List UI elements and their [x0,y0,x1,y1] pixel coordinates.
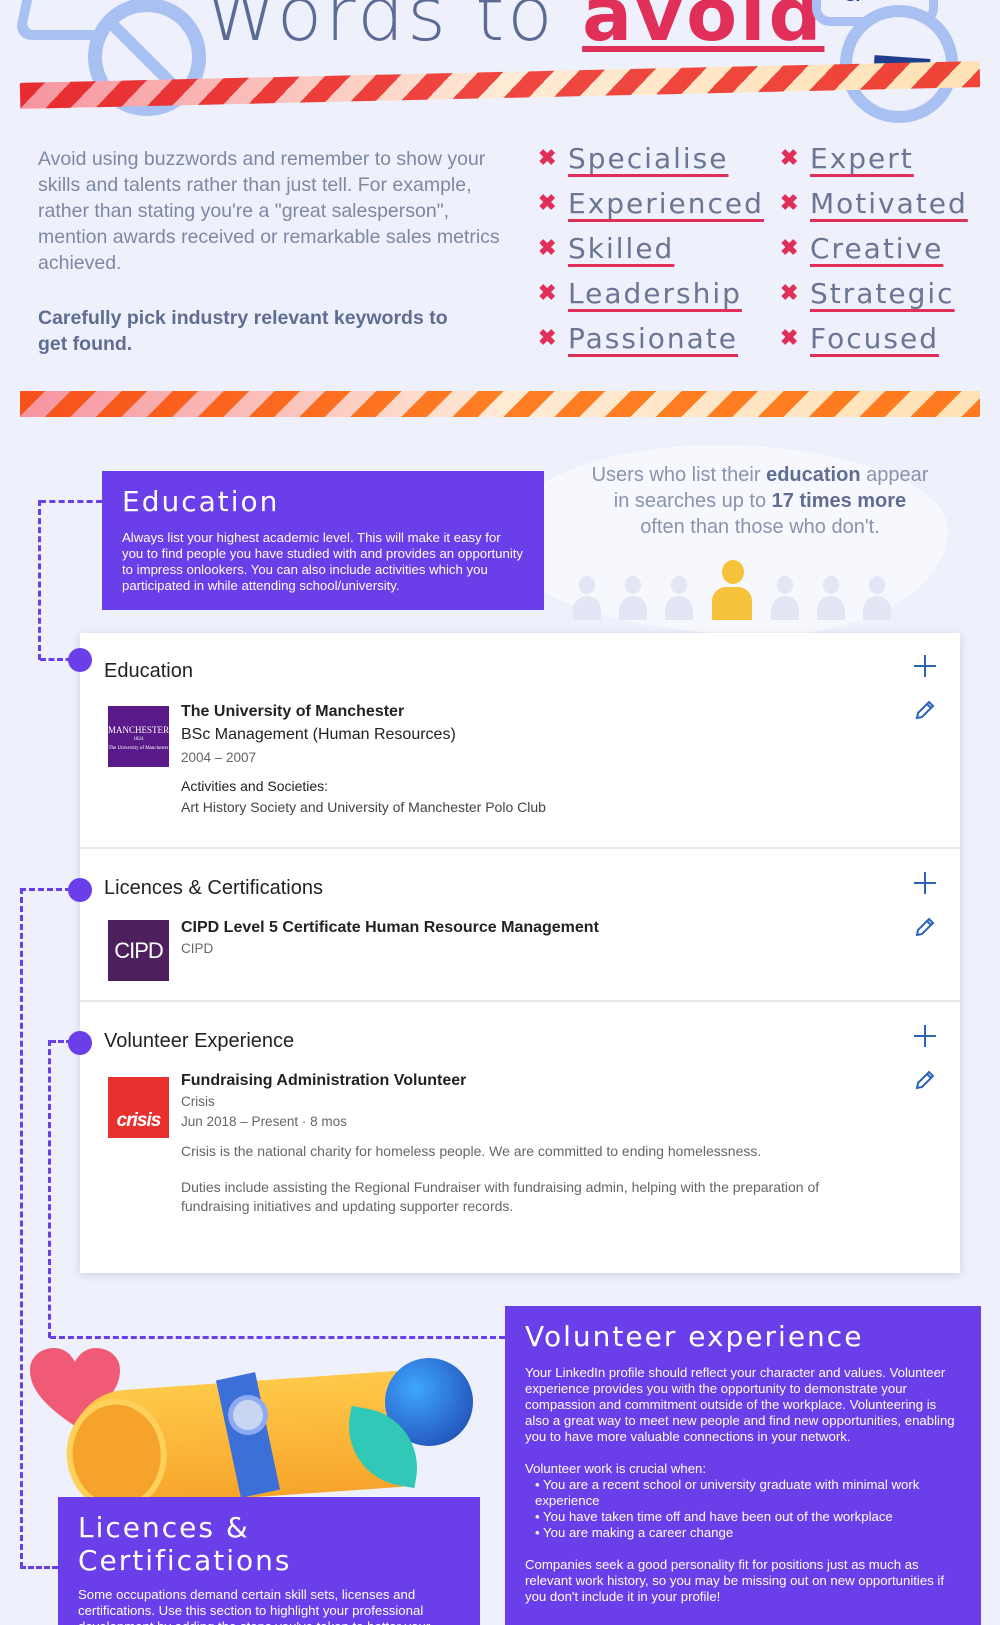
caution-stripe-bottom [20,391,980,417]
list-item: You are making a career change [535,1525,961,1541]
x-icon: ✖ [538,280,557,305]
volunteer-tip-heading: Volunteer experience [525,1320,864,1353]
edit-pencil-icon[interactable] [914,699,936,721]
volunteer-tip-para2: Companies seek a good personality fit fo… [525,1557,945,1604]
page-title: Words to avoid [205,0,825,58]
education-tip-body: Always list your highest academic level.… [122,530,524,593]
x-icon: ✖ [538,235,557,260]
activities-text: Art History Society and University of Ma… [181,799,546,815]
x-icon: ✖ [780,145,799,170]
avoid-word: ✖ Expert [780,141,914,175]
connector [40,500,102,503]
volunteer-tip-list: You are a recent school or university gr… [525,1477,961,1541]
education-dates: 2004 – 2007 [181,750,257,765]
connector-dot [68,1031,92,1055]
linkedin-profile-card: Education MANCHESTER 1824 The University o… [80,633,960,1273]
avoid-word: ✖ Strategic [780,276,955,310]
certificate-issuer: CIPD [181,941,214,956]
connector [20,1566,58,1569]
people-row [570,560,894,620]
volunteer-description: Crisis is the national charity for homel… [181,1143,762,1159]
volunteer-tip-para1: Your LinkedIn profile should reflect you… [525,1365,955,1444]
activities-label: Activities and Societies: [181,778,329,794]
add-icon[interactable] [914,655,936,677]
connector-dot [68,648,92,672]
words-to-avoid-list: ✖ Specialise ✖ Expert ✖ Experienced ✖ Motiva… [538,141,978,355]
avoid-word: ✖ Creative [780,231,944,265]
avoid-word: ✖ Focused [780,321,939,355]
person-icon [662,576,696,620]
education-tip-box: Education Always list your highest acade… [102,471,544,610]
intro-text: Avoid using buzzwords and remember to sh… [38,148,500,274]
connector [20,888,23,1568]
volunteer-entry: Fundraising Administration Volunteer Cri… [181,1070,881,1216]
avoid-word: ✖ Motivated [780,186,968,220]
keywords-tip: Carefully pick industry relevant keyword… [38,307,448,355]
education-entry: The University of Manchester BSc Managem… [181,701,546,817]
cipd-logo: CIPD [108,920,169,981]
x-icon: ✖ [538,325,557,350]
person-icon [768,576,802,620]
volunteer-tip-box: Volunteer experience Your LinkedIn profi… [505,1306,981,1625]
crisis-logo: crisis [108,1077,169,1138]
volunteer-dates: Jun 2018 – Present · 8 mos [181,1114,347,1129]
x-icon: ✖ [538,145,557,170]
volunteer-section: Volunteer Experience crisis Fundraising … [80,1003,960,1273]
x-icon: ✖ [780,190,799,215]
person-icon [570,576,604,620]
add-icon[interactable] [914,872,936,894]
x-icon: ✖ [780,280,799,305]
x-icon: ✖ [780,235,799,260]
avoid-word: ✖ Specialise [538,141,729,175]
x-icon: ✖ [538,190,557,215]
volunteer-role[interactable]: Fundraising Administration Volunteer [181,1070,881,1092]
avoid-word: ✖ Experienced [538,186,764,220]
education-section-title: Education [104,660,193,682]
connector [48,1040,51,1338]
education-stat: Users who list their education appear in… [591,464,929,538]
licences-section-title: Licences & Certifications [104,877,323,899]
connector [50,1336,505,1339]
avoid-word: ✖ Skilled [538,231,675,265]
licence-entry: CIPD Level 5 Certificate Human Resource … [181,917,599,959]
avoid-word: ✖ Passionate [538,321,738,355]
university-logo: MANCHESTER 1824 The University of Manchest… [108,706,169,767]
person-icon [860,576,894,620]
list-item: You are a recent school or university gr… [535,1477,961,1509]
add-icon[interactable] [914,1025,936,1047]
licences-tip-box: Licences & Certifications Some occupatio… [58,1497,480,1625]
list-item: You have taken time off and have been ou… [535,1509,961,1525]
volunteer-org: Crisis [181,1094,215,1109]
volunteer-section-title: Volunteer Experience [104,1030,295,1052]
connector [38,500,41,660]
licences-tip-body: Some occupations demand certain skill se… [78,1587,430,1625]
licences-tip-heading: Licences & Certifications [78,1511,292,1577]
avoid-word: ✖ Leadership [538,276,742,310]
person-icon-highlighted [708,560,756,620]
edit-pencil-icon[interactable] [914,916,936,938]
connector-dot [68,878,92,902]
volunteer-duties: Duties include assisting the Regional Fu… [181,1179,820,1214]
education-section: Education MANCHESTER 1824 The University o… [80,633,960,849]
x-icon: ✖ [780,325,799,350]
volunteer-tip-list-intro: Volunteer work is crucial when: [525,1461,707,1476]
degree: BSc Management (Human Resources) [181,726,456,743]
person-icon [814,576,848,620]
person-icon [616,576,650,620]
licences-section: Licences & Certifications CIPD CIPD Leve… [80,850,960,1002]
education-tip-heading: Education [122,485,280,518]
school-name[interactable]: The University of Manchester [181,701,546,723]
medal-icon [228,1395,268,1435]
edit-pencil-icon[interactable] [914,1069,936,1091]
certificate-name[interactable]: CIPD Level 5 Certificate Human Resource … [181,917,599,939]
